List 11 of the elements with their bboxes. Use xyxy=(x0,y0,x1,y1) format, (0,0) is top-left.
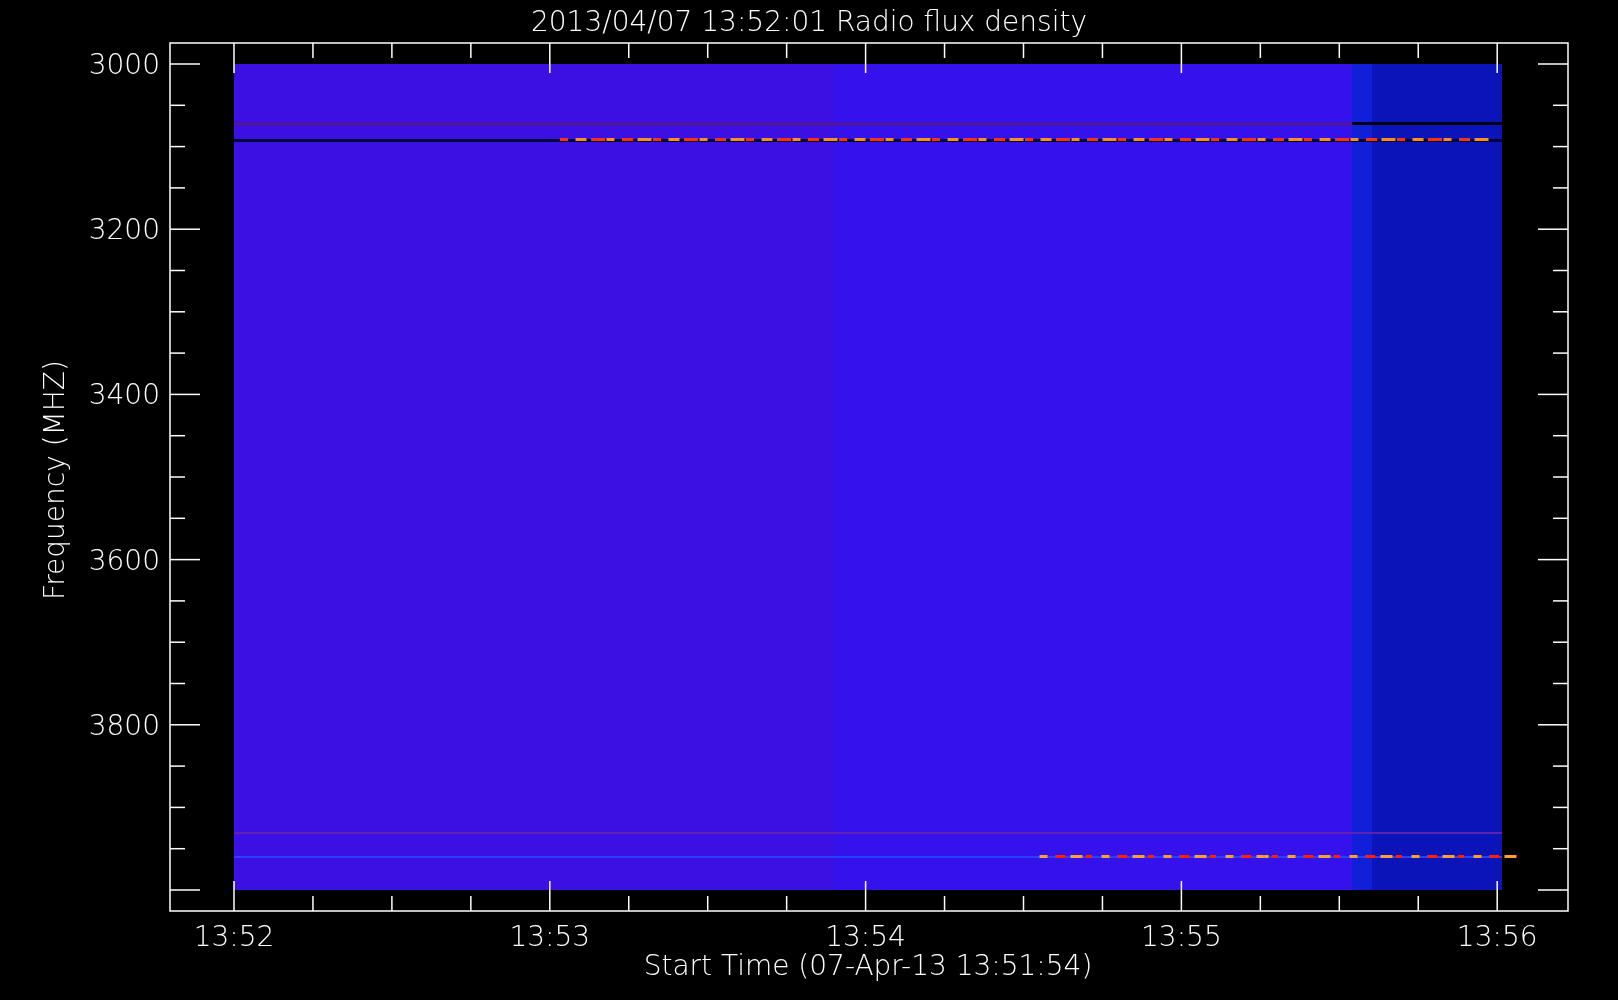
plot-title: 2013/04/07 13:52:01 Radio flux density xyxy=(531,5,1087,38)
y-tick-label: 3400 xyxy=(88,378,160,412)
y-tick-label: 3600 xyxy=(88,543,160,577)
x-tick-label: 13:53 xyxy=(509,920,591,953)
x-tick-label: 13:55 xyxy=(1141,920,1222,953)
x-tick-label: 13:56 xyxy=(1456,920,1538,953)
y-tick-label: 3200 xyxy=(88,213,160,247)
y-tick-label: 3000 xyxy=(88,48,160,81)
y-axis-label: Frequency (MHZ) xyxy=(38,360,71,600)
y-tick-label: 3800 xyxy=(88,708,160,742)
x-tick-label: 13:52 xyxy=(193,920,275,953)
